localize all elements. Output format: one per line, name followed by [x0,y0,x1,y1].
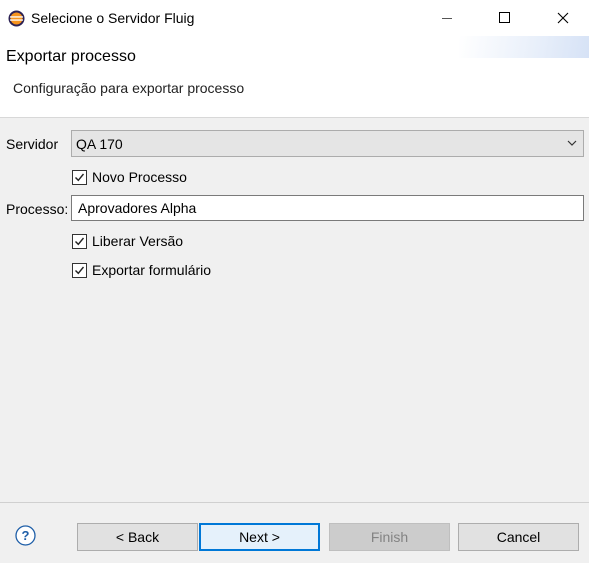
new-process-label: Novo Processo [92,169,187,185]
release-version-label: Liberar Versão [92,233,184,249]
check-icon [75,173,85,181]
finish-button[interactable]: Finish [329,523,450,551]
check-icon [75,266,85,274]
new-process-option[interactable]: Novo Processo [72,168,187,186]
minimize-button[interactable] [424,0,470,36]
release-version-checkbox[interactable] [72,233,87,249]
maximize-icon [499,12,510,23]
close-icon [557,12,569,24]
new-process-checkbox[interactable] [72,169,87,185]
release-version-option[interactable]: Liberar Versão [72,232,183,250]
wizard-header: Exportar processo Configuração para expo… [0,36,589,118]
close-button[interactable] [540,0,586,36]
server-select[interactable]: QA 170 [71,130,584,157]
title-bar: Selecione o Servidor Fluig [0,0,589,36]
process-label: Processo: [6,201,69,217]
next-button[interactable]: Next > [199,523,320,551]
server-select-value: QA 170 [76,136,123,152]
export-form-checkbox[interactable] [72,262,87,278]
export-form-option[interactable]: Exportar formulário [72,261,211,279]
eclipse-icon [8,10,25,27]
check-icon [75,237,85,245]
process-field[interactable] [71,195,584,221]
chevron-down-icon [567,140,577,146]
maximize-button[interactable] [482,0,528,36]
help-icon[interactable]: ? [15,525,36,546]
server-label: Servidor [6,136,59,152]
minimize-icon [442,18,452,19]
svg-text:?: ? [22,528,30,543]
page-description: Configuração para exportar processo [13,80,245,96]
export-form-label: Exportar formulário [92,262,212,278]
header-banner [459,36,589,58]
cancel-button[interactable]: Cancel [458,523,579,551]
window-title: Selecione o Servidor Fluig [31,10,195,26]
page-title: Exportar processo [6,48,136,65]
process-input[interactable] [72,196,583,220]
back-button[interactable]: < Back [77,523,198,551]
